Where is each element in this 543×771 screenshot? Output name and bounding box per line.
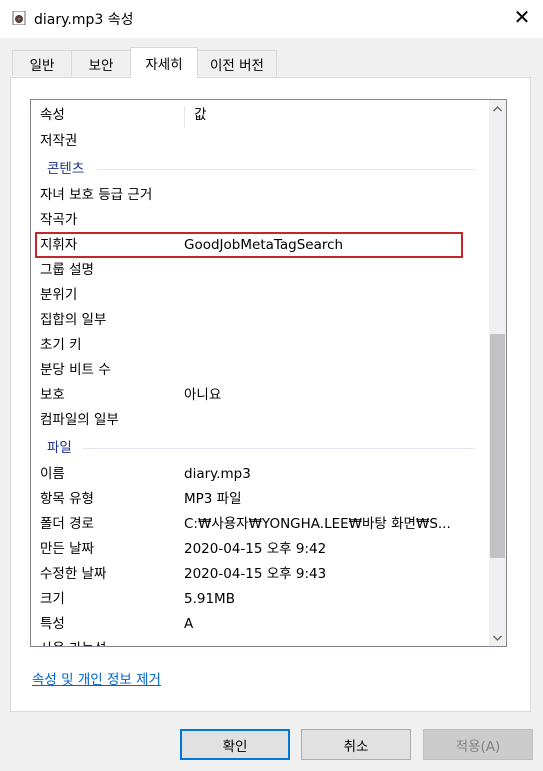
media-file-icon (12, 11, 26, 25)
property-name: 수정한 날짜 (40, 566, 107, 582)
property-name: 사용 가능성 (40, 637, 106, 646)
property-name: 만든 날짜 (40, 541, 94, 557)
header-property[interactable]: 속성 (40, 103, 65, 127)
property-name: 그룹 설명 (40, 262, 94, 278)
tab-label: 이전 버전 (210, 57, 264, 74)
tab-details[interactable]: 자세히 (130, 47, 198, 78)
property-value: diary.mp3 (184, 466, 251, 482)
scroll-down-icon[interactable] (489, 629, 506, 646)
tab-label: 자세히 (145, 57, 183, 73)
ok-button[interactable]: 확인 (180, 729, 290, 760)
details-list[interactable]: 속성 값 저작권 콘텐츠 자녀 보호 등급 근거 작곡가 지휘자 GoodJob… (30, 99, 507, 647)
vertical-scrollbar[interactable] (489, 100, 506, 646)
group-divider (83, 448, 475, 449)
property-name: 폴더 경로 (40, 516, 94, 532)
remove-properties-link[interactable]: 속성 및 개인 정보 제거 (32, 668, 161, 688)
scroll-up-icon[interactable] (489, 100, 506, 117)
property-name: 크기 (40, 591, 65, 607)
tab-label: 일반 (29, 57, 55, 74)
property-value: 5.91MB (184, 591, 235, 607)
apply-button[interactable]: 적용(A) (423, 729, 533, 760)
group-divider (97, 169, 475, 170)
property-value: C:₩사용자₩YONGHA.LEE₩바탕 화면₩S... (184, 516, 451, 532)
property-value: 2020-04-15 오후 9:43 (184, 566, 327, 582)
tab-label: 보안 (88, 57, 114, 74)
group-header-file[interactable]: 파일 (47, 436, 72, 460)
property-name: 저작권 (40, 133, 78, 149)
highlight-box (35, 232, 463, 258)
close-icon[interactable]: ✕ (509, 4, 535, 30)
scrollbar-thumb[interactable] (490, 334, 505, 558)
tab-security[interactable]: 보안 (71, 50, 131, 76)
property-name: 컴파일의 일부 (40, 412, 119, 428)
property-name: 집합의 일부 (40, 312, 107, 328)
property-name: 이름 (40, 466, 65, 482)
property-name: 특성 (40, 616, 65, 632)
property-name: 분위기 (40, 287, 78, 303)
header-value[interactable]: 값 (194, 103, 206, 127)
window-title: diary.mp3 속성 (34, 12, 134, 28)
tab-general[interactable]: 일반 (12, 50, 72, 76)
header-divider[interactable] (184, 106, 185, 128)
property-name: 항목 유형 (40, 491, 94, 507)
tab-previous-versions[interactable]: 이전 버전 (197, 50, 277, 76)
property-value: A (184, 616, 194, 632)
property-value: MP3 파일 (184, 491, 242, 507)
property-name: 작곡가 (40, 212, 78, 228)
property-name: 분당 비트 수 (40, 362, 111, 378)
title-bar: diary.mp3 속성 ✕ (0, 0, 543, 38)
property-name: 자녀 보호 등급 근거 (40, 187, 153, 203)
property-value: 2020-04-15 오후 9:42 (184, 541, 327, 557)
property-value: 아니요 (184, 387, 222, 403)
group-header-content[interactable]: 콘텐츠 (47, 157, 84, 181)
column-header[interactable]: 속성 값 (40, 103, 480, 128)
property-name: 초기 키 (40, 337, 82, 353)
property-name: 보호 (40, 387, 65, 403)
cancel-button[interactable]: 취소 (301, 729, 411, 760)
